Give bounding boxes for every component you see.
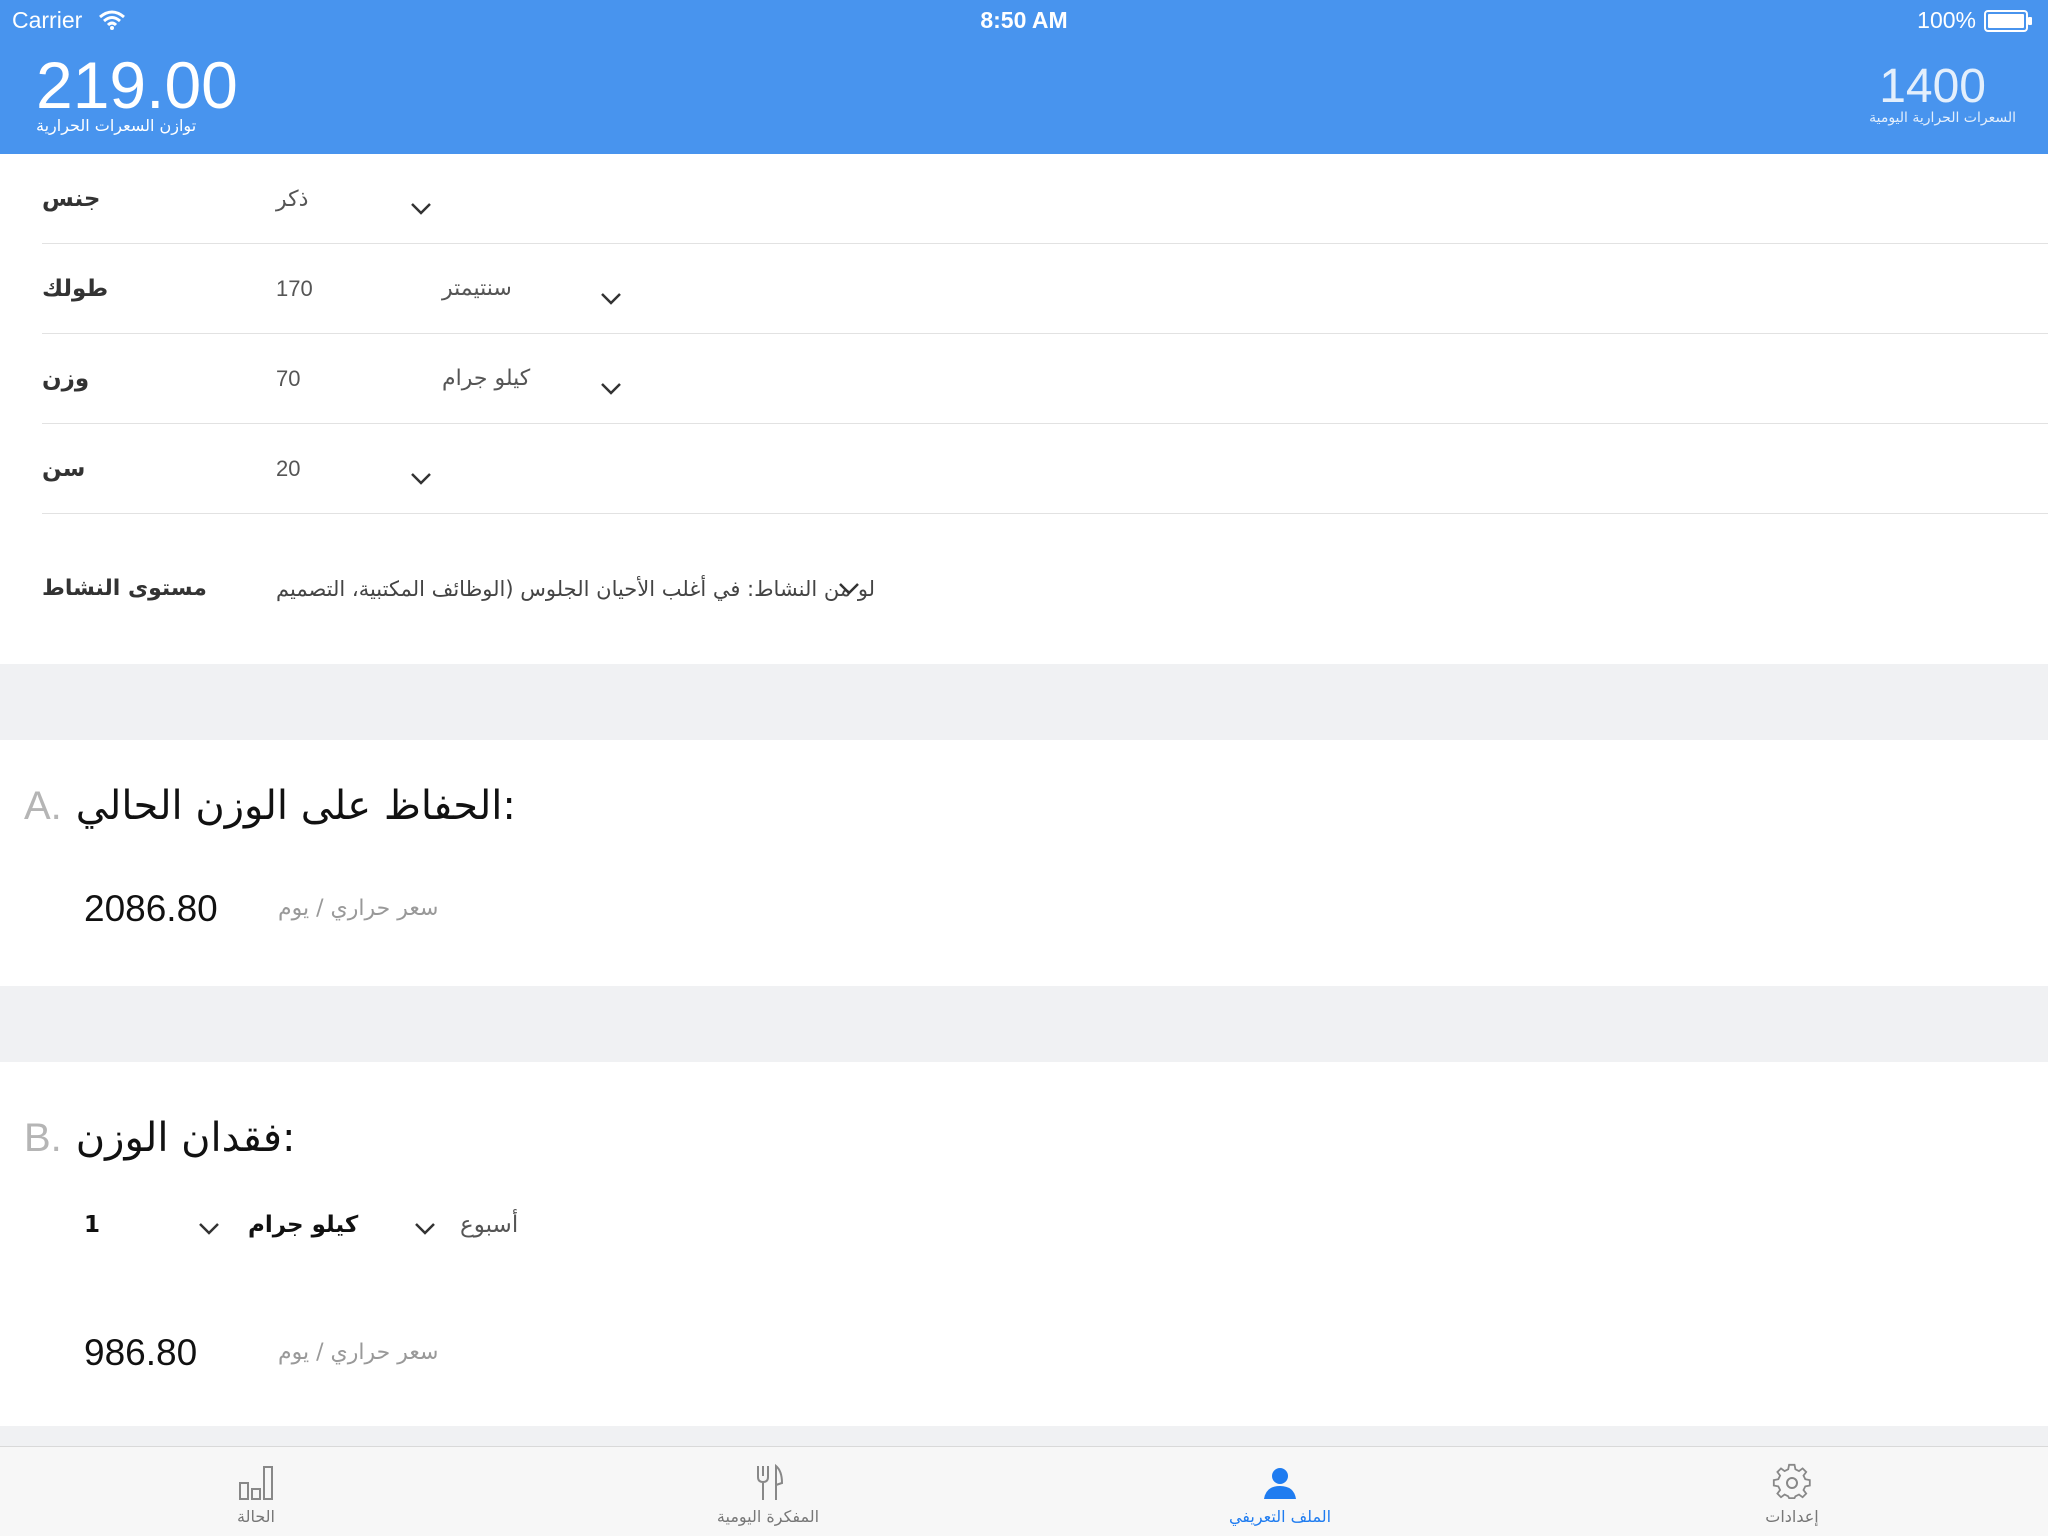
battery-percent: 100%	[1917, 7, 1976, 33]
gear-icon	[1772, 1463, 1811, 1500]
clock-label: 8:50 AM	[980, 7, 1068, 33]
header-bar: Carrier 8:50 AM 100% 219.00 توازن السعرا…	[0, 0, 2048, 154]
daily-calories-label: السعرات الحرارية اليومية	[1869, 110, 2016, 126]
lose-calories-unit: سعر حراري / يوم	[278, 1340, 439, 1365]
age-value[interactable]: 20	[276, 424, 300, 514]
weight-unit[interactable]: كيلو جرام	[442, 334, 530, 424]
height-row[interactable]: طولك 170 سنتيمتر	[42, 244, 2048, 334]
tab-profile-label: الملف التعريفي	[1228, 1507, 1332, 1526]
chevron-down-icon[interactable]	[600, 382, 622, 396]
height-label: طولك	[42, 276, 109, 302]
section-divider	[0, 1426, 2048, 1446]
tab-settings[interactable]: إعدادات	[1692, 1447, 1892, 1536]
lose-calories-value: 986.80	[84, 1332, 198, 1373]
maintain-weight-title: A. الحفاظ على الوزن الحالي:	[24, 776, 516, 836]
section-divider	[0, 986, 2048, 1062]
person-icon	[1264, 1468, 1296, 1499]
activity-row[interactable]: مستوى النشاط لو من النشاط: في أغلب الأحي…	[42, 514, 2048, 664]
profile-form: جنس ذكر طولك 170 سنتيمتر وزن 70 كيلو جرا…	[0, 154, 2048, 664]
weight-row[interactable]: وزن 70 كيلو جرام	[42, 334, 2048, 424]
maintain-calories-value: 2086.80	[84, 888, 218, 929]
chevron-down-icon[interactable]	[410, 202, 432, 216]
tab-settings-label: إعدادات	[1765, 1507, 1819, 1526]
activity-value[interactable]: لو من النشاط: في أغلب الأحيان الجلوس (ال…	[276, 514, 875, 664]
chevron-down-icon[interactable]	[198, 1222, 220, 1236]
chevron-down-icon[interactable]	[600, 292, 622, 306]
weight-value[interactable]: 70	[276, 334, 300, 424]
section-title-text: فقدان الوزن:	[75, 1115, 296, 1161]
chevron-down-icon[interactable]	[838, 582, 860, 596]
lose-weight-section: B. فقدان الوزن: 1 كيلو جرام أسبوع 986.80 …	[0, 1062, 2048, 1426]
fork-knife-icon	[757, 1463, 784, 1500]
tab-profile[interactable]: الملف التعريفي	[1180, 1447, 1380, 1536]
section-letter: B.	[24, 1116, 62, 1160]
lose-weight-title: B. فقدان الوزن:	[24, 1108, 296, 1168]
calorie-balance-value: 219.00	[36, 48, 238, 122]
height-value[interactable]: 170	[276, 244, 313, 334]
tab-bar: الحالة المفكرة اليومية الملف التعريفي إع…	[0, 1446, 2048, 1536]
weight-label: وزن	[42, 366, 90, 392]
tab-status[interactable]: الحالة	[156, 1447, 356, 1536]
loss-amount-unit[interactable]: كيلو جرام	[248, 1212, 358, 1238]
chevron-down-icon[interactable]	[414, 1222, 436, 1236]
gender-label: جنس	[42, 186, 101, 212]
gender-value[interactable]: ذكر	[276, 154, 308, 244]
bar-chart-icon	[239, 1466, 273, 1500]
maintain-calories-unit: سعر حراري / يوم	[278, 896, 439, 921]
age-row[interactable]: سن 20	[42, 424, 2048, 514]
activity-label: مستوى النشاط	[42, 576, 207, 601]
loss-period[interactable]: أسبوع	[460, 1212, 518, 1238]
height-unit[interactable]: سنتيمتر	[442, 244, 512, 334]
daily-calories-value: 1400	[1879, 60, 1986, 113]
section-title-text: الحفاظ على الوزن الحالي:	[75, 783, 516, 829]
section-divider	[0, 664, 2048, 740]
tab-daily-journal[interactable]: المفكرة اليومية	[668, 1447, 868, 1536]
chevron-down-icon[interactable]	[410, 472, 432, 486]
loss-amount-value[interactable]: 1	[84, 1212, 100, 1238]
section-letter: A.	[24, 784, 62, 828]
tab-daily-journal-label: المفكرة اليومية	[716, 1507, 820, 1526]
gender-row[interactable]: جنس ذكر	[42, 154, 2048, 244]
calorie-balance-label: توازن السعرات الحرارية	[36, 116, 197, 135]
age-label: سن	[42, 456, 86, 482]
tab-status-label: الحالة	[237, 1507, 275, 1526]
maintain-weight-section: A. الحفاظ على الوزن الحالي: 2086.80 سعر ح…	[0, 740, 2048, 986]
battery-icon	[1984, 10, 2032, 32]
status-bar: Carrier 8:50 AM 100%	[0, 0, 2048, 40]
